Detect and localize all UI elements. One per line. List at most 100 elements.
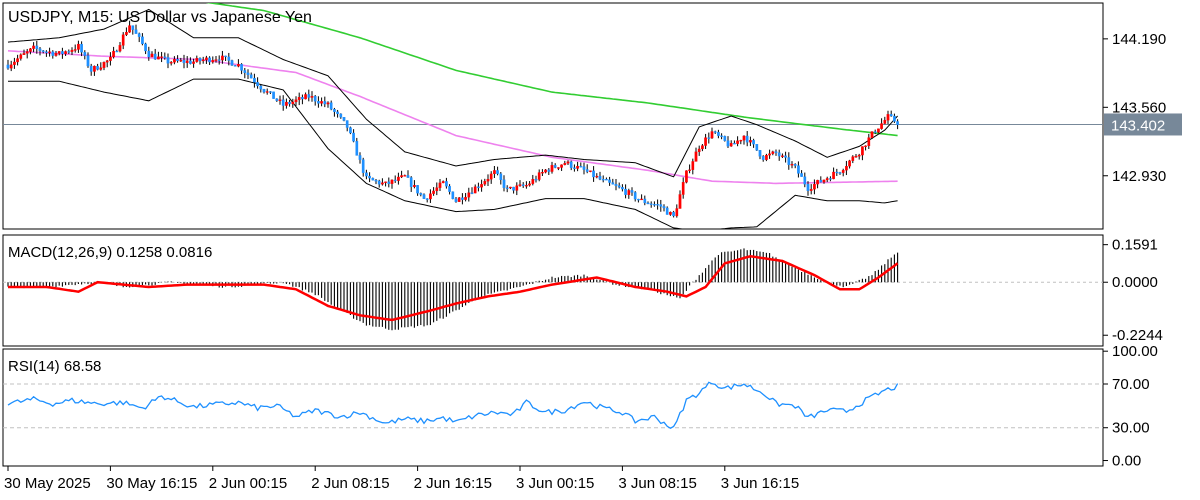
candle-bear xyxy=(409,177,413,187)
candle-bear xyxy=(393,179,397,182)
price-tick: 142.930 xyxy=(1112,168,1166,185)
candle-bull xyxy=(57,51,61,54)
candle-bear xyxy=(371,177,375,181)
candle-bear xyxy=(592,170,595,178)
candle-bull xyxy=(768,153,771,156)
candle-bear xyxy=(422,194,426,199)
candle-bear xyxy=(579,165,583,168)
candle-bear xyxy=(707,137,711,139)
candle-bear xyxy=(553,165,557,168)
candle-bear xyxy=(323,101,327,105)
candle-bear xyxy=(819,179,823,183)
candle-bear xyxy=(896,121,899,125)
macd-tick: 0.1591 xyxy=(1112,237,1158,254)
candle-bull xyxy=(883,120,887,124)
candle-bear xyxy=(352,132,355,142)
candle-bull xyxy=(185,60,189,64)
candle-bear xyxy=(787,157,791,165)
candle-bull xyxy=(563,163,567,165)
candle-bull xyxy=(697,148,701,153)
candle-bear xyxy=(499,173,503,180)
candle-bull xyxy=(749,140,752,143)
candle-bull xyxy=(77,43,80,50)
candle-bear xyxy=(758,150,762,157)
candle-bear xyxy=(777,152,781,157)
candle-bull xyxy=(480,184,483,188)
candle-bear xyxy=(582,166,586,170)
candle-bull xyxy=(32,45,35,49)
candle-bull xyxy=(669,211,672,215)
candle-bear xyxy=(477,186,480,188)
axis-layer: 144.190143.560142.9300.15910.0000-0.2244… xyxy=(4,31,1166,492)
candle-bull xyxy=(112,50,115,58)
macd-label: MACD(12,26,9) 0.1258 0.0816 xyxy=(8,244,212,261)
candle-bear xyxy=(585,169,589,172)
candle-bull xyxy=(294,99,298,103)
candle-bull xyxy=(400,175,403,178)
candle-bull xyxy=(694,151,698,162)
candle-bear xyxy=(502,179,506,188)
candle-bull xyxy=(304,94,307,100)
candle-bull xyxy=(173,59,176,63)
candle-bull xyxy=(48,51,51,53)
candle-bull xyxy=(237,64,240,67)
candle-bull xyxy=(109,56,112,61)
candle-bear xyxy=(182,60,186,64)
candle-bull xyxy=(99,67,103,70)
candle-bull xyxy=(489,173,493,180)
candle-bear xyxy=(726,140,730,147)
candle-bull xyxy=(691,161,695,170)
candle-bear xyxy=(512,186,515,191)
candle-bull xyxy=(93,65,96,72)
candle-bull xyxy=(64,51,67,54)
candle-bull xyxy=(576,165,579,169)
candle-bear xyxy=(67,51,71,53)
candle-bull xyxy=(221,55,224,61)
rsi-line xyxy=(7,381,899,429)
candle-bear xyxy=(349,127,352,134)
rsi-tick: 0.00 xyxy=(1112,453,1141,470)
candle-bull xyxy=(518,184,522,186)
candle-bear xyxy=(41,50,45,52)
candle-bull xyxy=(297,97,301,100)
candle-bear xyxy=(637,198,640,201)
candle-bear xyxy=(35,45,39,49)
candle-bear xyxy=(800,173,803,177)
candle-bear xyxy=(166,57,170,64)
candle-bull xyxy=(560,164,563,168)
candle-bear xyxy=(598,175,602,180)
time-tick-label: 3 Jun 08:15 xyxy=(618,475,696,492)
candle-bear xyxy=(198,58,202,62)
candle-bear xyxy=(288,101,291,105)
candle-bear xyxy=(131,25,135,30)
candle-bear xyxy=(835,171,839,174)
candle-bull xyxy=(848,160,851,167)
candle-bear xyxy=(275,98,279,101)
price-tick: 144.190 xyxy=(1112,31,1166,48)
candle-bear xyxy=(307,94,311,98)
candle-bull xyxy=(845,166,848,171)
candle-bear xyxy=(646,202,650,205)
candle-bear xyxy=(653,204,656,206)
candle-bear xyxy=(521,184,525,187)
candle-bull xyxy=(544,169,547,173)
macd-tick: 0.0000 xyxy=(1112,274,1158,291)
candle-bull xyxy=(742,135,746,141)
candle-bull xyxy=(381,182,384,185)
candle-bear xyxy=(246,72,250,75)
candle-bull xyxy=(22,53,26,55)
candle-bear xyxy=(45,51,48,53)
time-tick-label: 2 Jun 00:15 xyxy=(209,475,287,492)
bollinger-upper xyxy=(7,8,898,178)
candle-bear xyxy=(243,70,247,74)
candle-bull xyxy=(326,102,330,105)
candle-bull xyxy=(486,179,490,182)
candle-bear xyxy=(163,56,167,58)
candle-bull xyxy=(25,51,29,54)
candle-bull xyxy=(493,170,496,175)
candle-bear xyxy=(83,52,87,56)
candle-bear xyxy=(281,99,285,106)
candle-bull xyxy=(195,58,199,62)
candle-bear xyxy=(803,176,807,185)
candle-bull xyxy=(211,60,215,63)
